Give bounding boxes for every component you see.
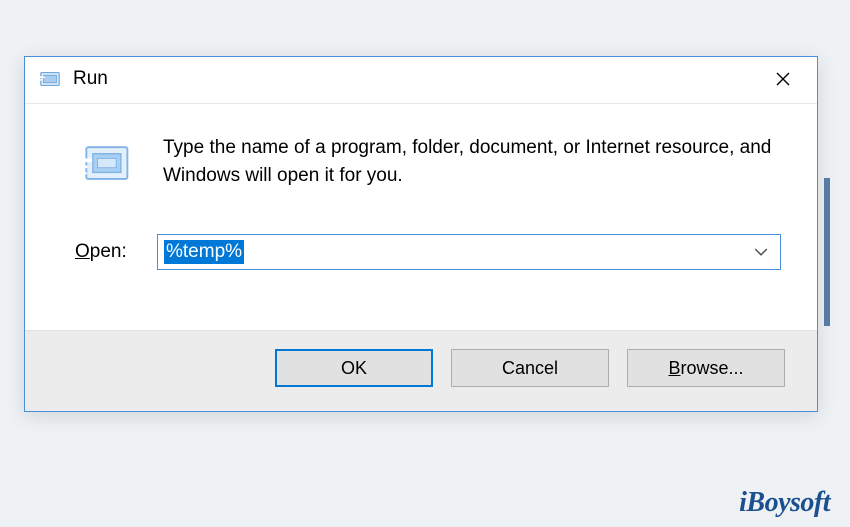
run-title-icon (37, 66, 63, 92)
chevron-down-icon[interactable] (754, 242, 768, 263)
cancel-button[interactable]: Cancel (451, 349, 609, 387)
browse-button[interactable]: Browse... (627, 349, 785, 387)
watermark: iBoysoft (739, 487, 830, 519)
run-icon (75, 136, 135, 192)
button-row: OK Cancel Browse... (25, 330, 817, 411)
run-dialog: Run Type the name of a program, folder, … (24, 56, 818, 412)
open-input-row: Open: %temp% (75, 234, 781, 270)
open-label: Open: (75, 241, 135, 263)
close-icon (775, 71, 791, 87)
title-bar: Run (25, 57, 817, 104)
ok-button-label: OK (341, 358, 367, 379)
dialog-description: Type the name of a program, folder, docu… (163, 134, 781, 189)
dialog-body: Type the name of a program, folder, docu… (25, 104, 817, 330)
background-accent (824, 178, 830, 326)
description-row: Type the name of a program, folder, docu… (75, 134, 781, 192)
browse-button-label: Browse... (668, 358, 743, 379)
open-combobox[interactable]: %temp% (157, 234, 781, 270)
dialog-title: Run (73, 68, 759, 90)
cancel-button-label: Cancel (502, 358, 558, 379)
open-input-value: %temp% (164, 240, 244, 264)
ok-button[interactable]: OK (275, 349, 433, 387)
close-button[interactable] (759, 63, 807, 95)
